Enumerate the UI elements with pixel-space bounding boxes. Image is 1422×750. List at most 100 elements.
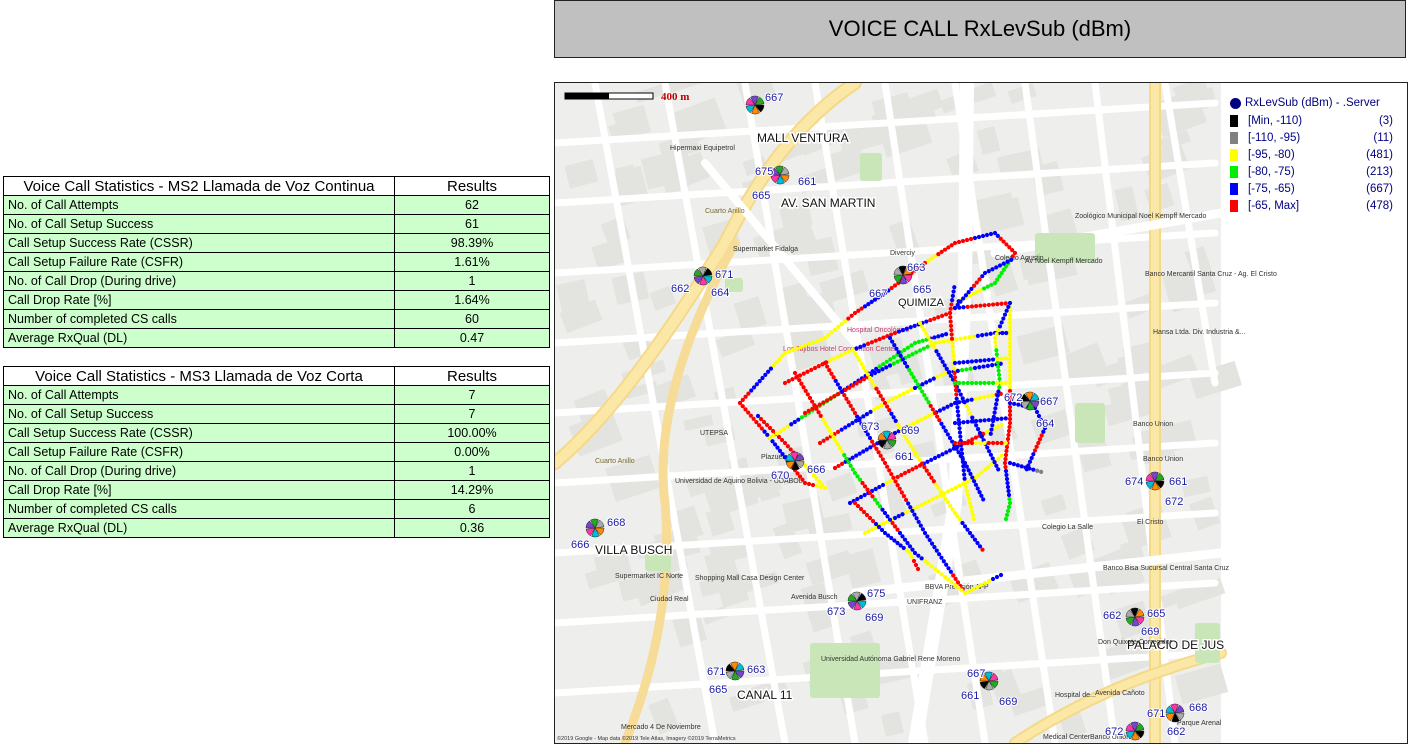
route-sample	[1006, 489, 1010, 493]
route-sample	[870, 340, 874, 344]
route-sample	[900, 534, 904, 538]
cell-id-label: 667	[765, 92, 783, 104]
route-sample	[888, 479, 892, 483]
row-label: Number of completed CS calls	[4, 310, 395, 329]
route-sample	[947, 370, 951, 374]
route-sample	[894, 347, 898, 351]
route-sample	[991, 577, 995, 581]
route-sample	[968, 412, 972, 416]
route-sample	[1006, 305, 1010, 309]
route-sample	[929, 458, 933, 462]
table-title: Voice Call Statistics - MS3 Llamada de V…	[4, 367, 395, 386]
route-sample	[961, 296, 965, 300]
route-sample	[950, 487, 954, 491]
route-sample	[1005, 309, 1009, 313]
route-sample	[914, 563, 918, 567]
route-sample	[905, 541, 909, 545]
route-sample	[856, 504, 860, 508]
row-value: 14.29%	[395, 481, 550, 500]
route-sample	[807, 342, 811, 346]
route-sample	[948, 448, 952, 452]
row-value: 1.61%	[395, 253, 550, 272]
route-sample	[757, 423, 761, 427]
route-sample	[1004, 441, 1008, 445]
route-sample	[914, 465, 918, 469]
legend-swatch	[1230, 200, 1238, 212]
route-sample	[835, 355, 839, 359]
route-sample	[935, 414, 939, 418]
route-sample	[968, 501, 972, 505]
route-sample	[1020, 464, 1024, 468]
route-sample	[970, 437, 974, 441]
route-sample	[951, 354, 955, 358]
route-sample	[966, 305, 970, 309]
route-sample	[995, 417, 999, 421]
route-sample	[811, 483, 815, 487]
route-sample	[795, 374, 799, 378]
route-sample	[851, 407, 855, 411]
cell-id-label: 665	[913, 284, 931, 296]
route-sample	[966, 408, 970, 412]
table-row: Number of completed CS calls 60	[4, 310, 550, 329]
route-sample	[1001, 316, 1005, 320]
route-sample	[966, 493, 970, 497]
route-sample	[923, 559, 927, 563]
route-sample	[888, 363, 892, 367]
route-sample	[932, 317, 936, 321]
route-sample	[906, 501, 910, 505]
row-value: 7	[395, 405, 550, 424]
route-sample	[977, 490, 981, 494]
route-sample	[808, 396, 812, 400]
cell-id-label: 665	[1147, 608, 1165, 620]
route-sample	[1006, 437, 1010, 441]
route-sample	[870, 439, 874, 443]
route-sample	[996, 425, 1000, 429]
route-sample	[1008, 501, 1012, 505]
route-sample	[896, 422, 900, 426]
cell-id-label: 671	[1147, 708, 1165, 720]
route-sample	[1008, 325, 1012, 329]
route-sample	[966, 381, 970, 385]
route-sample	[953, 381, 957, 385]
route-sample	[918, 458, 922, 462]
route-sample	[986, 285, 990, 289]
legend-count: (481)	[1338, 149, 1393, 161]
route-sample	[800, 415, 804, 419]
cell-id-label: 675	[867, 588, 885, 600]
route-sample	[954, 388, 958, 392]
route-sample	[843, 425, 847, 429]
drive-test-map[interactable]: MALL VENTURA AV. SAN MARTIN QUIMIZA VILLA B…	[554, 82, 1408, 744]
route-sample	[855, 414, 859, 418]
route-sample	[1028, 460, 1032, 464]
route-sample	[987, 303, 991, 307]
route-sample	[891, 476, 895, 480]
route-sample	[932, 545, 936, 549]
route-sample	[920, 389, 924, 393]
route-sample	[923, 416, 927, 420]
route-sample	[922, 347, 926, 351]
route-sample	[993, 340, 997, 344]
table-header-row: Voice Call Statistics - MS3 Llamada de V…	[4, 367, 550, 386]
row-label: No. of Call Drop (During drive)	[4, 272, 395, 291]
route-sample	[914, 516, 918, 520]
route-sample	[978, 419, 982, 423]
route-sample	[930, 541, 934, 545]
route-sample	[804, 389, 808, 393]
route-sample	[927, 414, 931, 418]
table-row: No. of Call Attempts 62	[4, 196, 550, 215]
route-sample	[995, 352, 999, 356]
route-sample	[793, 420, 797, 424]
route-sample	[951, 345, 955, 349]
stats-table-ms2: Voice Call Statistics - MS2 Llamada de V…	[3, 176, 550, 348]
route-sample	[963, 481, 967, 485]
route-sample	[943, 371, 947, 375]
route-sample	[892, 362, 896, 366]
route-sample	[872, 408, 876, 412]
route-sample	[953, 306, 957, 310]
route-sample	[957, 441, 961, 445]
place-label: El Cristo	[1137, 519, 1164, 526]
route-sample	[955, 401, 959, 405]
route-sample	[910, 509, 914, 513]
row-value: 1	[395, 462, 550, 481]
row-label: No. of Call Setup Success	[4, 405, 395, 424]
